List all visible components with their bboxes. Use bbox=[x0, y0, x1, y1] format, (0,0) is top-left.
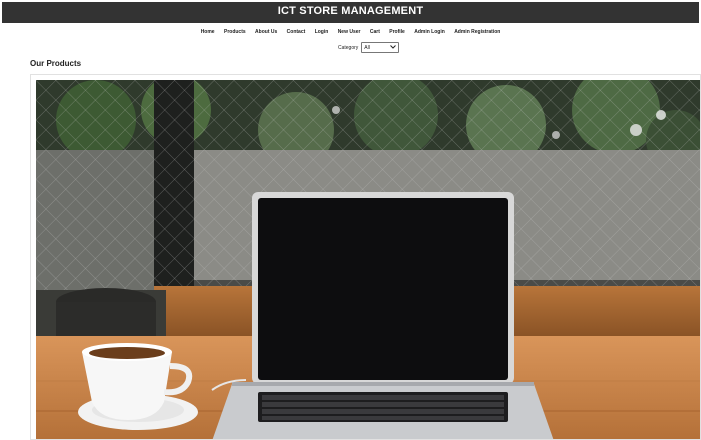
nav-admin-login[interactable]: Admin Login bbox=[414, 29, 445, 35]
product-card[interactable] bbox=[30, 74, 701, 440]
category-selected-value: All bbox=[364, 44, 370, 51]
section-title: Our Products bbox=[30, 59, 82, 68]
nav-about-us[interactable]: About Us bbox=[255, 29, 277, 35]
nav-login[interactable]: Login bbox=[315, 29, 329, 35]
nav-cart[interactable]: Cart bbox=[370, 29, 380, 35]
site-title: ICT STORE MANAGEMENT bbox=[277, 5, 424, 17]
category-select[interactable]: All bbox=[361, 42, 400, 53]
chevron-down-icon bbox=[390, 44, 397, 51]
site-header: ICT STORE MANAGEMENT bbox=[2, 2, 699, 23]
nav-profile[interactable]: Profile bbox=[389, 29, 405, 35]
nav-products[interactable]: Products bbox=[224, 29, 246, 35]
main-nav: Home Products About Us Contact Login New… bbox=[0, 29, 701, 35]
nav-new-user[interactable]: New User bbox=[338, 29, 361, 35]
nav-contact[interactable]: Contact bbox=[287, 29, 306, 35]
nav-admin-registration[interactable]: Admin Registration bbox=[454, 29, 500, 35]
category-filter: Category All bbox=[338, 41, 400, 54]
nav-home[interactable]: Home bbox=[201, 29, 215, 35]
category-label: Category bbox=[338, 44, 359, 51]
product-image[interactable] bbox=[36, 80, 700, 439]
